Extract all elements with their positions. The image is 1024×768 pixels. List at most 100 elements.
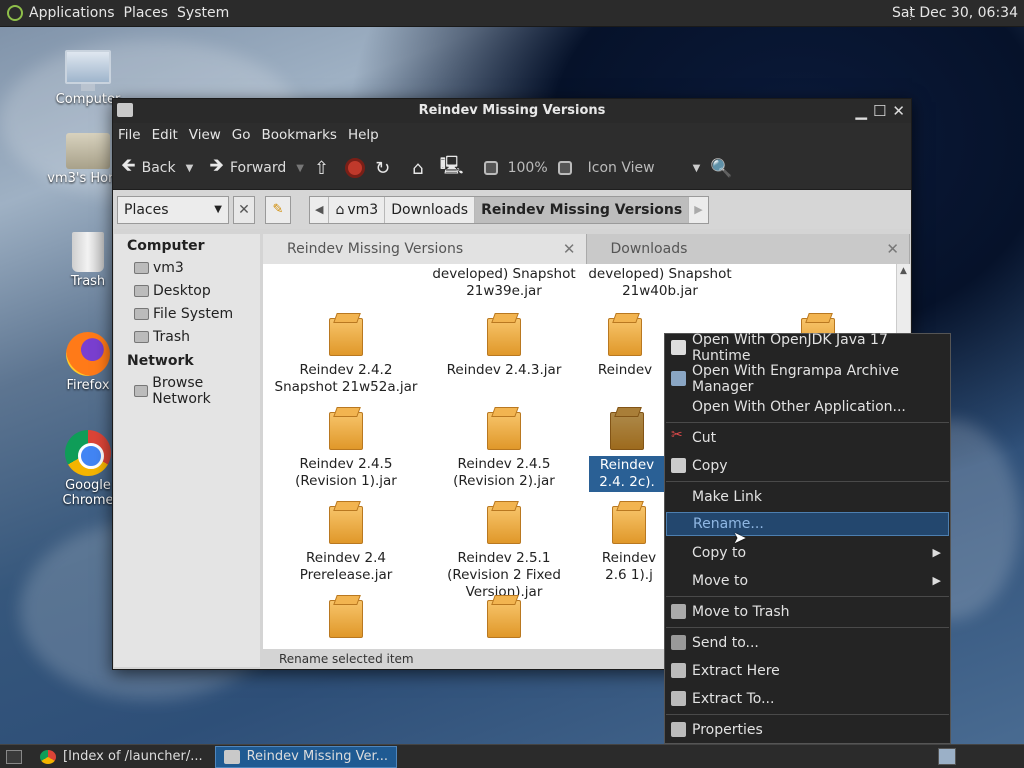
breadcrumb-left-arrow[interactable]: ◀ [310, 196, 330, 223]
tab-label: Reindev Missing Versions [287, 241, 464, 257]
file-item[interactable]: Reindev 2.4.5 (Revision 1).jar [271, 412, 421, 490]
menu-item-copy-to[interactable]: Copy to ▶ [666, 541, 949, 565]
menu-item-rename[interactable]: Rename... [666, 512, 949, 536]
file-item[interactable]: Reindev 2.4.3.jar [429, 318, 579, 379]
edit-location-button[interactable]: ✎ [265, 195, 291, 224]
menu-item-open-with-engrampa[interactable]: Open With Engrampa Archive Manager [666, 363, 949, 395]
menu-item-label: Send to... [692, 635, 759, 651]
sidebar-item-file-system[interactable]: File System [114, 303, 260, 326]
window-titlebar[interactable]: Reindev Missing Versions ▁ ☐ ✕ [113, 99, 911, 123]
minimize-icon[interactable]: ▁ [855, 102, 867, 120]
sidebar-item-vm3[interactable]: vm3 [114, 257, 260, 280]
sidebar-item-trash[interactable]: Trash [114, 326, 260, 349]
menu-item-label: Move to [692, 573, 749, 589]
applications-menu[interactable]: Applications [29, 5, 115, 21]
menu-item-properties[interactable]: Properties [666, 718, 949, 742]
mate-logo-icon[interactable] [7, 5, 23, 21]
menu-file[interactable]: File [118, 127, 141, 143]
computer-button[interactable]: 🖳 [440, 153, 470, 183]
menu-item-extract-to[interactable]: Extract To... [666, 687, 949, 711]
menu-item-open-with-java[interactable]: Open With OpenJDK Java 17 Runtime [666, 332, 949, 364]
file-item[interactable] [271, 600, 421, 644]
breadcrumb-downloads[interactable]: Downloads [385, 196, 476, 223]
menu-item-label: Make Link [692, 489, 762, 505]
menu-separator [666, 596, 949, 597]
mouse-pointer-icon: ➤ [733, 528, 747, 547]
file-item[interactable] [429, 600, 579, 644]
file-item[interactable]: Reindev 2.4 Prerelease.jar [271, 506, 421, 584]
close-icon[interactable]: ✕ [886, 240, 899, 258]
back-button[interactable]: 🡸 Back ▼ [121, 153, 193, 183]
show-desktop-icon[interactable] [6, 749, 22, 764]
maximize-icon[interactable]: ☐ [873, 102, 886, 120]
menu-item-make-link[interactable]: Make Link [666, 485, 949, 509]
close-icon[interactable]: ✕ [892, 102, 905, 120]
system-menu[interactable]: System [177, 5, 229, 21]
zoom-out-button[interactable] [483, 161, 498, 175]
file-item[interactable]: Reindev 2.5.1 (Revision 2 Fixed Version)… [429, 506, 579, 601]
up-button[interactable]: ⇧ [314, 158, 335, 179]
menu-go[interactable]: Go [232, 127, 251, 143]
zoom-in-button[interactable] [557, 161, 572, 175]
file-item[interactable]: Reindev [585, 318, 665, 379]
chevron-down-icon[interactable]: ▼ [296, 163, 304, 174]
scroll-up-icon[interactable]: ▲ [897, 266, 910, 276]
workspace-switcher[interactable] [938, 748, 956, 765]
forward-button[interactable]: 🡺 Forward ▼ [209, 153, 304, 183]
breadcrumb-vm3[interactable]: ⌂ vm3 [329, 196, 386, 223]
tab-downloads[interactable]: Downloads ✕ [587, 234, 910, 264]
search-button[interactable]: 🔍 [710, 158, 738, 179]
close-icon[interactable]: ✕ [563, 240, 576, 258]
zoom-in-icon [557, 161, 572, 175]
menu-edit[interactable]: Edit [152, 127, 178, 143]
home-button[interactable]: ⌂ [412, 158, 429, 179]
menu-item-send-to[interactable]: Send to... [666, 631, 949, 655]
sidebar-item-browse-network[interactable]: Browse Network [114, 372, 260, 411]
chevron-down-icon[interactable]: ▼ [186, 163, 194, 174]
taskbar-item-file-manager[interactable]: Reindev Missing Ver... [214, 745, 398, 768]
menu-item-extract-here[interactable]: Extract Here [666, 659, 949, 683]
file-label: developed) Snapshot 21w39e.jar [432, 266, 576, 299]
stop-button[interactable] [345, 158, 366, 178]
menu-bookmarks[interactable]: Bookmarks [262, 127, 337, 143]
breadcrumb-right-arrow[interactable]: ▶ [689, 197, 707, 223]
places-dropdown[interactable]: Places ▼ [117, 195, 229, 224]
properties-icon [671, 722, 686, 737]
file-item[interactable]: Reindev 2.4.2 Snapshot 21w52a.jar [271, 318, 421, 396]
menu-item-open-with-other[interactable]: Open With Other Application... [666, 395, 949, 419]
file-item[interactable]: Reindev 2.4.5 (Revision 2).jar [429, 412, 579, 490]
zoom-level[interactable]: 100% [508, 160, 548, 176]
tab-reindev-missing-versions[interactable]: Reindev Missing Versions ✕ [263, 234, 587, 264]
file-label: Reindev 2.4.3.jar [446, 362, 562, 378]
menu-item-cut[interactable]: ✂ Cut [666, 426, 949, 450]
menu-item-label: Open With OpenJDK Java 17 Runtime [692, 332, 888, 364]
menu-item-copy[interactable]: Copy [666, 454, 949, 478]
places-dropdown-label: Places [124, 201, 169, 218]
view-mode-select[interactable]: Icon View ▼ [588, 160, 701, 176]
file-item[interactable]: developed) Snapshot 21w40b.jar [585, 266, 735, 300]
menu-item-label: Open With Other Application... [692, 399, 906, 415]
file-label: Reindev 2.4. 2c). [589, 456, 665, 492]
clock[interactable]: Sat Dec 30, 06:34 [892, 5, 1018, 21]
chrome-icon [40, 749, 56, 764]
jar-file-icon [329, 318, 363, 356]
reload-button[interactable]: ↻ [375, 158, 396, 179]
menu-item-label: Rename... [693, 516, 764, 532]
file-item-selected[interactable]: Reindev 2.4. 2c). [589, 412, 665, 492]
taskbar-item-browser[interactable]: [Index of /launcher/... [32, 746, 211, 768]
top-panel: Applications Places System Sat Dec 30, 0… [0, 0, 1024, 27]
places-menu[interactable]: Places [124, 5, 169, 21]
sidebar-item-desktop[interactable]: Desktop [114, 280, 260, 303]
bottom-panel: [Index of /launcher/... Reindev Missing … [0, 744, 1024, 768]
menu-item-move-to[interactable]: Move to ▶ [666, 569, 949, 593]
file-item[interactable]: developed) Snapshot 21w39e.jar [429, 266, 579, 300]
menu-item-move-to-trash[interactable]: Move to Trash [666, 600, 949, 624]
menu-view[interactable]: View [189, 127, 221, 143]
close-sidebar-button[interactable]: ✕ [233, 195, 255, 224]
menubar: File Edit View Go Bookmarks Help [113, 123, 911, 147]
file-item[interactable]: Reindev 2.6 1).j [593, 506, 665, 584]
breadcrumb-current[interactable]: Reindev Missing Versions [475, 196, 690, 223]
scissors-icon: ✂ [671, 427, 683, 443]
breadcrumb-label: vm3 [347, 201, 379, 218]
menu-help[interactable]: Help [348, 127, 379, 143]
